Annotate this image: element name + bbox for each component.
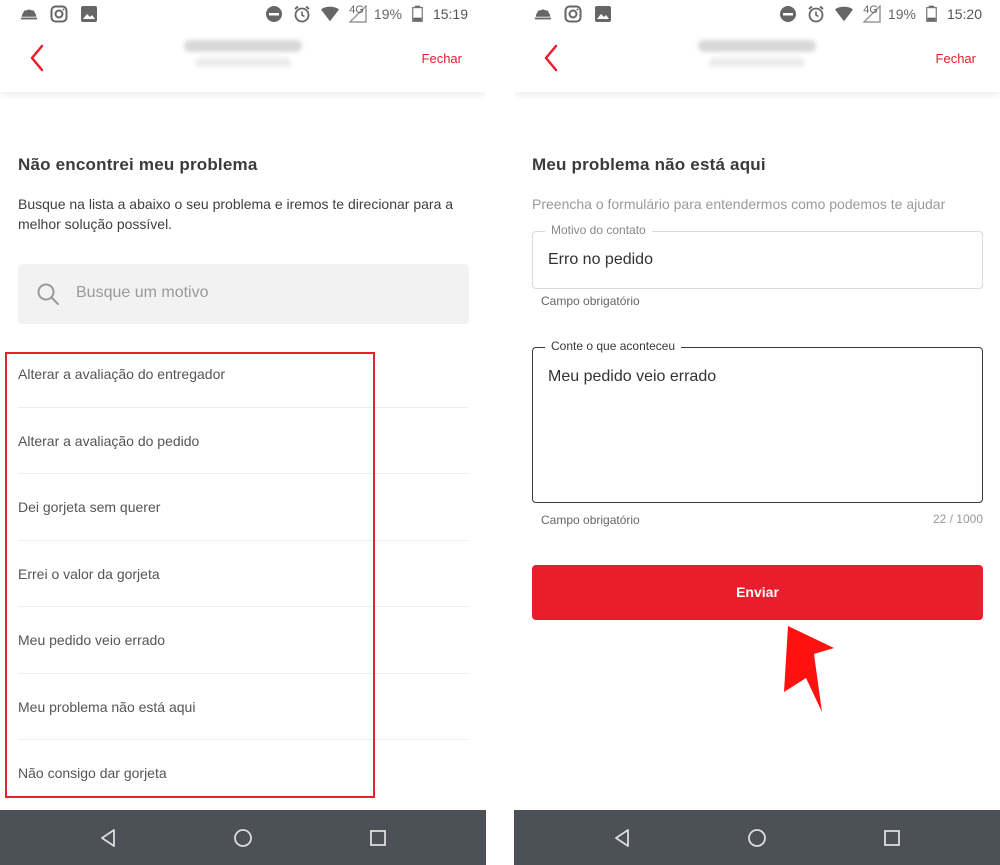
close-button[interactable]: Fechar: [936, 51, 976, 66]
list-item[interactable]: Não consigo dar gorjeta: [18, 740, 469, 807]
list-item[interactable]: Dei gorjeta sem querer: [18, 474, 469, 541]
status-bar: 4G 19% 15:19: [0, 0, 486, 28]
contact-reason-label: Motivo do contato: [545, 223, 652, 237]
gallery-icon: [595, 6, 611, 22]
alarm-icon: [294, 5, 310, 23]
header: Fechar: [0, 30, 486, 92]
contact-reason-helper: Campo obrigatório: [541, 294, 640, 308]
delivery-app-icon: [534, 9, 552, 20]
page-title: Meu problema não está aqui: [532, 155, 766, 174]
clock: 15:20: [946, 6, 982, 22]
page-title: Não encontrei meu problema: [18, 155, 258, 174]
battery-percent: 19%: [373, 6, 402, 22]
nav-home-icon[interactable]: [232, 827, 254, 849]
list-item-label: Alterar a avaliação do entregador: [18, 366, 226, 382]
what-happened-helper: Campo obrigatório: [541, 513, 640, 527]
back-arrow-icon[interactable]: [24, 42, 52, 74]
list-item-label: Não consigo dar gorjeta: [18, 765, 167, 781]
list-item-label: Errei o valor da gorjeta: [18, 565, 160, 582]
nav-recents-icon[interactable]: [367, 827, 389, 849]
clock: 15:19: [432, 6, 468, 22]
battery-icon: [926, 5, 937, 22]
nav-back-icon[interactable]: [612, 827, 634, 849]
instagram-icon: [50, 5, 68, 23]
do-not-disturb-icon: [266, 6, 283, 22]
nav-back-icon[interactable]: [98, 827, 120, 849]
right-screen: 4G 19% 15:20 Fechar Meu problema não est…: [514, 0, 1000, 865]
reason-list: Alterar a avaliação do entregador Altera…: [18, 341, 469, 807]
network-type: 4G: [349, 4, 364, 16]
battery-icon: [412, 5, 423, 22]
list-item[interactable]: Meu problema não está aqui: [18, 674, 469, 740]
list-item[interactable]: Errei o valor da gorjeta: [18, 541, 469, 607]
search-icon: [37, 283, 59, 305]
list-item[interactable]: Meu pedido veio errado: [18, 607, 469, 674]
network-type: 4G: [863, 4, 878, 16]
character-counter: 22 / 1000: [932, 512, 983, 526]
contact-reason-field[interactable]: Motivo do contato Erro no pedido: [532, 223, 983, 289]
search-placeholder: Busque um motivo: [76, 284, 209, 301]
restaurant-name-blurred: [184, 40, 302, 67]
left-screen: 4G 19% 15:19 Fechar Não encontrei meu pr…: [0, 0, 486, 865]
list-item-label: Dei gorjeta sem querer: [18, 499, 161, 515]
close-button[interactable]: Fechar: [422, 51, 462, 66]
wifi-icon: [321, 6, 340, 22]
android-nav-bar: [514, 810, 1000, 865]
list-item[interactable]: Alterar a avaliação do entregador: [18, 341, 469, 408]
restaurant-name-blurred: [698, 40, 816, 67]
what-happened-label: Conte o que aconteceu: [545, 339, 682, 353]
list-item[interactable]: Alterar a avaliação do pedido: [18, 408, 469, 474]
nav-home-icon[interactable]: [746, 827, 768, 849]
battery-percent: 19%: [887, 6, 916, 22]
annotation-arrow-icon: [784, 626, 834, 712]
list-item-label: Meu problema não está aqui: [18, 698, 196, 715]
submit-button[interactable]: Enviar: [532, 565, 983, 620]
contact-reason-value: Erro no pedido: [548, 251, 653, 268]
instagram-icon: [564, 5, 582, 23]
wifi-icon: [835, 6, 854, 22]
page-description: Busque na lista a abaixo o seu problema …: [18, 196, 454, 232]
list-item-label: Alterar a avaliação do pedido: [18, 432, 200, 449]
list-item-label: Meu pedido veio errado: [18, 632, 166, 648]
android-nav-bar: [0, 810, 486, 865]
status-bar: 4G 19% 15:20: [514, 0, 1000, 28]
gallery-icon: [81, 6, 97, 22]
what-happened-value: Meu pedido veio errado: [548, 368, 717, 385]
search-input[interactable]: Busque um motivo: [18, 264, 469, 324]
alarm-icon: [808, 5, 824, 23]
page-subtitle: Preencha o formulário para entendermos c…: [532, 196, 946, 212]
back-arrow-icon[interactable]: [538, 42, 566, 74]
what-happened-textarea[interactable]: Conte o que aconteceu Meu pedido veio er…: [532, 339, 983, 503]
do-not-disturb-icon: [780, 6, 797, 22]
nav-recents-icon[interactable]: [881, 827, 903, 849]
header: Fechar: [514, 30, 1000, 92]
delivery-app-icon: [20, 9, 38, 20]
